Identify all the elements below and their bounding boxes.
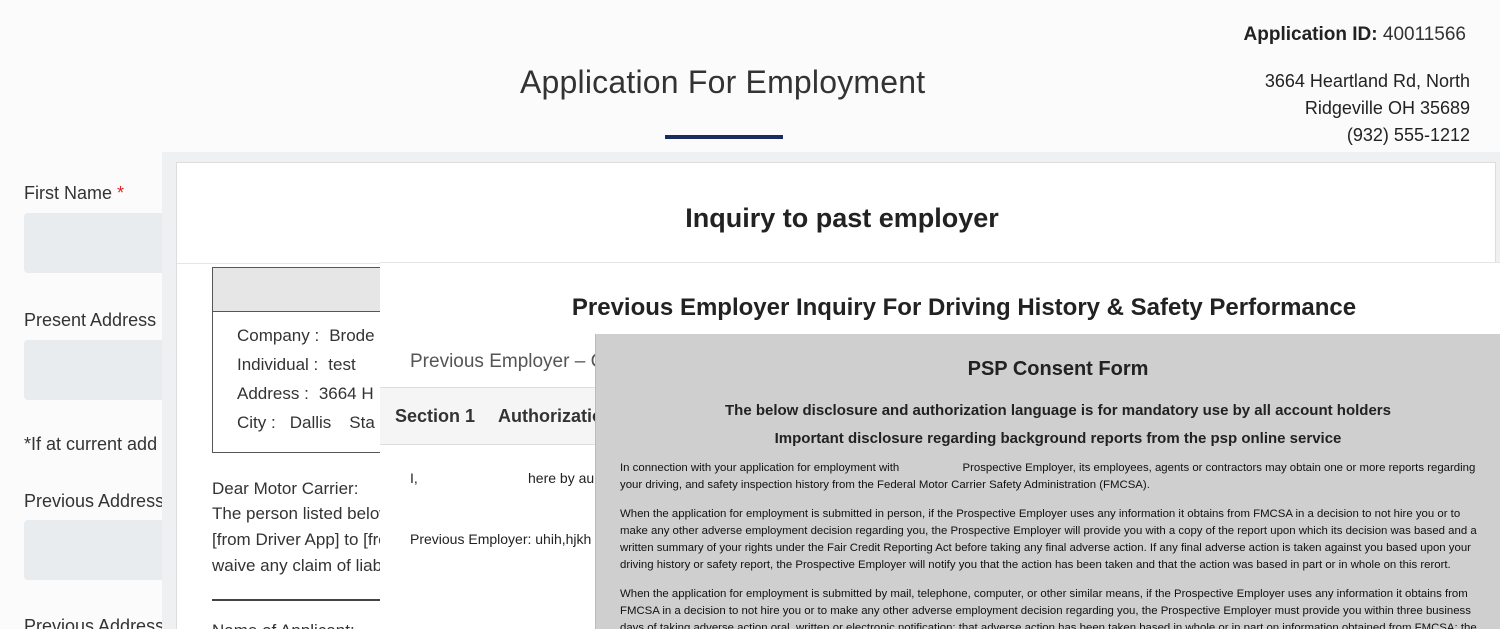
name-of-applicant-label: Name of Applicant: [212, 621, 355, 629]
psp-p2-line3: written summary of your rights under the… [620, 542, 1471, 554]
inquiry-modal-title: Inquiry to past employer [685, 203, 999, 233]
psp-p2-line2: make any other adverse employment decisi… [620, 525, 1477, 537]
authorize-prefix: I, [410, 470, 418, 486]
city-value: Dallis [289, 413, 332, 432]
previous-address-label-2: Previous Address [24, 616, 165, 629]
psp-p1-line2: your driving, and safety inspection hist… [620, 479, 1150, 491]
tab-section-1[interactable]: Section 1 [395, 406, 475, 427]
letter-greeting: Dear Motor Carrier: [212, 479, 359, 498]
individual-label: Individual : [237, 355, 319, 374]
individual-row: Individual : test [237, 355, 356, 375]
city-row: City : Dallis Sta [237, 413, 375, 433]
psp-modal-title: PSP Consent Form [967, 358, 1149, 380]
address-line1: 3664 Heartland Rd, North [1264, 71, 1470, 91]
first-name-label: First Name * [24, 183, 124, 204]
previous-employer-value: Previous Employer: uhih,hjkh [410, 531, 592, 547]
title-underline [665, 135, 783, 139]
psp-p2-line1: When the application for employment is s… [620, 508, 1461, 520]
first-name-input[interactable] [24, 213, 184, 273]
address-label: Address : [237, 384, 309, 403]
application-id: Application ID: 40011566 [1244, 24, 1466, 46]
previous-address-input[interactable] [24, 520, 184, 580]
address-line2: Ridgeville OH 35689 [1304, 98, 1470, 118]
application-id-label: Application ID: [1243, 24, 1378, 45]
present-address-label: Present Address [24, 310, 157, 330]
psp-p2-line4: driving history or safety report, the Pr… [620, 559, 1451, 571]
psp-subtitle-2: Important disclosure regarding backgroun… [774, 430, 1342, 447]
company-row: Company : Brode [237, 326, 375, 346]
required-mark: * [117, 183, 125, 203]
psp-paragraph-1: In connection with your application for … [620, 460, 1490, 494]
state-label: Sta [349, 413, 375, 432]
address-row: Address : 3664 H [237, 384, 374, 404]
city-label: City : [237, 413, 276, 432]
current-address-note: *If at current add [24, 434, 158, 454]
first-name-label-text: First Name [24, 183, 113, 203]
address-value: 3664 H [318, 384, 374, 403]
company-value: Brode [329, 326, 375, 345]
psp-paragraph-2: When the application for employment is s… [620, 506, 1490, 574]
letter-line1: The person listed below [212, 504, 392, 523]
application-id-value: 40011566 [1382, 24, 1466, 45]
company-phone: (932) 555-1212 [1346, 125, 1470, 145]
letter-line2: [from Driver App] to [fro [212, 530, 388, 549]
psp-p1-line1: In connection with your application for … [620, 462, 1476, 474]
psp-subtitle-1: The below disclosure and authorization l… [725, 402, 1391, 419]
psp-p3-line1: When the application for employment is s… [620, 588, 1468, 600]
psp-paragraph-3: When the application for employment is s… [620, 586, 1490, 629]
history-modal-subtitle: Previous Employer – C [410, 351, 605, 372]
individual-value: test [328, 355, 356, 374]
psp-consent-modal: PSP Consent Form The below disclosure an… [595, 334, 1500, 629]
company-label: Company : [237, 326, 320, 345]
authorize-text: here by au [528, 470, 595, 486]
tab-authorization[interactable]: Authorizatio [498, 406, 603, 427]
history-modal-title: Previous Employer Inquiry For Driving Hi… [571, 294, 1357, 321]
present-address-input[interactable] [24, 340, 184, 400]
psp-p3-line3: days of taking adverse action oral, writ… [620, 622, 1477, 629]
company-address: 3664 Heartland Rd, North Ridgeville OH 3… [1265, 68, 1470, 149]
psp-p3-line2: FMCSA in a decision to not hire you or t… [620, 605, 1471, 617]
previous-address-label: Previous Address [24, 491, 165, 511]
page-title: Application For Employment [520, 64, 926, 100]
